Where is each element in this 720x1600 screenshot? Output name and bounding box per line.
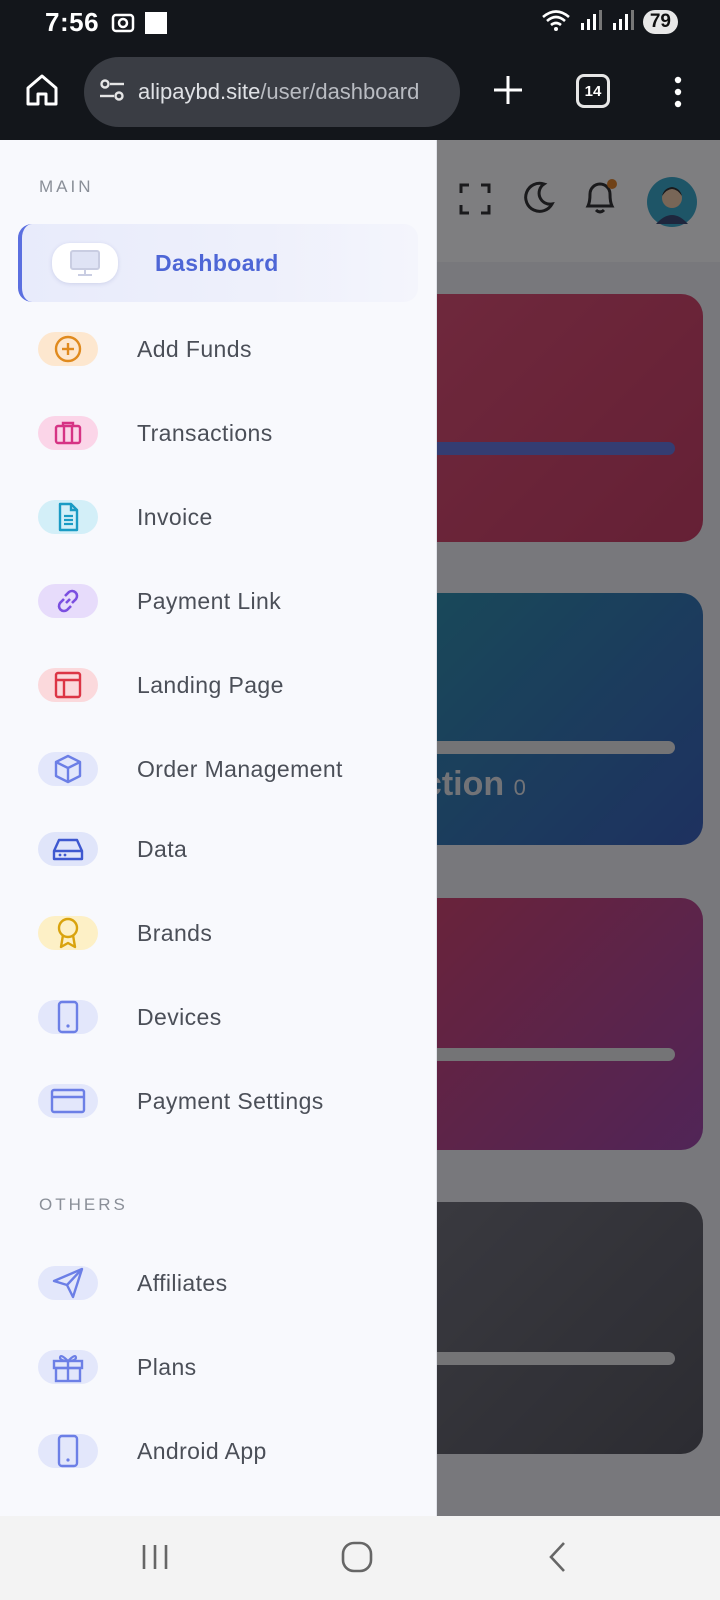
sidebar-item-landing-page[interactable]: Landing Page	[18, 646, 418, 724]
layout-icon	[38, 668, 98, 702]
send-icon	[38, 1266, 98, 1300]
sidebar-item-label: Order Management	[137, 755, 343, 782]
sidebar-item-label: Add Funds	[137, 335, 252, 362]
monitor-icon	[52, 243, 118, 283]
sidebar-item-label: Payment Link	[137, 587, 282, 614]
back-chevron-icon	[549, 1542, 565, 1572]
sidebar-drawer: MAIN Dashboard Add Funds Transactions In…	[0, 140, 437, 1516]
sidebar-item-label: Android App	[137, 1437, 267, 1464]
home-nav-button[interactable]	[340, 1540, 374, 1578]
tablet-icon	[38, 1000, 98, 1034]
sidebar-item-payment-link[interactable]: Payment Link	[18, 562, 418, 640]
sidebar-item-label: Transactions	[137, 419, 273, 446]
signal-icon	[579, 9, 603, 35]
briefcase-icon	[38, 416, 98, 450]
home-button[interactable]	[22, 70, 62, 110]
status-notification-icons	[110, 10, 168, 40]
status-bar: 7:56 79	[0, 0, 720, 48]
sidebar-item-data[interactable]: Data	[18, 810, 418, 888]
url-path: /user/dashboard	[260, 79, 420, 104]
screenshot-icon	[110, 10, 136, 40]
more-vertical-icon	[674, 76, 682, 108]
recents-button[interactable]	[140, 1542, 170, 1576]
sidebar-item-transactions[interactable]: Transactions	[18, 394, 418, 472]
sidebar-item-label: Payment Settings	[137, 1087, 324, 1114]
url-text[interactable]: alipaybd.site/user/dashboard	[138, 79, 419, 105]
sidebar-item-brands[interactable]: Brands	[18, 894, 418, 972]
sidebar-item-label: Data	[137, 835, 188, 862]
tab-switcher-button[interactable]: 14	[576, 74, 610, 108]
gift-icon	[38, 1350, 98, 1384]
wifi-icon	[541, 8, 571, 36]
section-label-main: MAIN	[39, 177, 94, 196]
sidebar-item-plans[interactable]: Plans	[18, 1328, 418, 1406]
sidebar-item-label: Devices	[137, 1003, 222, 1030]
back-button[interactable]	[546, 1540, 570, 1578]
document-icon	[38, 500, 98, 534]
plus-circle-icon	[38, 332, 98, 366]
home-circle-icon	[341, 1541, 373, 1573]
sidebar-item-label: Dashboard	[155, 249, 279, 276]
sidebar-item-devices[interactable]: Devices	[18, 978, 418, 1056]
sidebar-item-label: Affiliates	[137, 1269, 228, 1296]
sidebar-item-label: Landing Page	[137, 671, 284, 698]
sidebar-item-dashboard[interactable]: Dashboard	[18, 224, 418, 302]
award-icon	[38, 916, 98, 950]
new-tab-button[interactable]	[488, 70, 528, 110]
phone-icon	[38, 1434, 98, 1468]
sidebar-item-label: Brands	[137, 919, 213, 946]
plus-icon	[494, 76, 522, 104]
sidebar-item-invoice[interactable]: Invoice	[18, 478, 418, 556]
status-system-icons: 79	[541, 8, 678, 36]
sidebar-item-affiliates[interactable]: Affiliates	[18, 1244, 418, 1322]
sidebar-item-label: Plans	[137, 1353, 197, 1380]
address-bar[interactable]: alipaybd.site/user/dashboard	[84, 57, 460, 127]
browser-toolbar: alipaybd.site/user/dashboard 14	[0, 48, 720, 140]
section-label-others: OTHERS	[39, 1195, 128, 1214]
sidebar-item-label: Invoice	[137, 503, 213, 530]
site-settings-icon[interactable]	[98, 76, 126, 108]
signal-icon-2	[611, 9, 635, 35]
status-time: 7:56	[45, 7, 100, 37]
url-host: alipaybd.site	[138, 79, 261, 104]
system-navigation-bar	[0, 1516, 720, 1600]
sidebar-item-payment-settings[interactable]: Payment Settings	[18, 1062, 418, 1140]
sidebar-item-add-funds[interactable]: Add Funds	[18, 310, 418, 388]
sidebar-item-order-management[interactable]: Order Management	[18, 730, 418, 808]
link-icon	[38, 584, 98, 618]
drive-icon	[38, 832, 98, 866]
sidebar-item-android-app[interactable]: Android App	[18, 1412, 418, 1490]
card-icon	[38, 1084, 98, 1118]
recents-icon	[142, 1545, 168, 1569]
battery-indicator: 79	[642, 10, 678, 34]
box-icon	[38, 752, 98, 786]
notification-square-icon	[144, 11, 168, 39]
home-icon	[26, 74, 58, 106]
browser-menu-button[interactable]	[668, 72, 688, 112]
